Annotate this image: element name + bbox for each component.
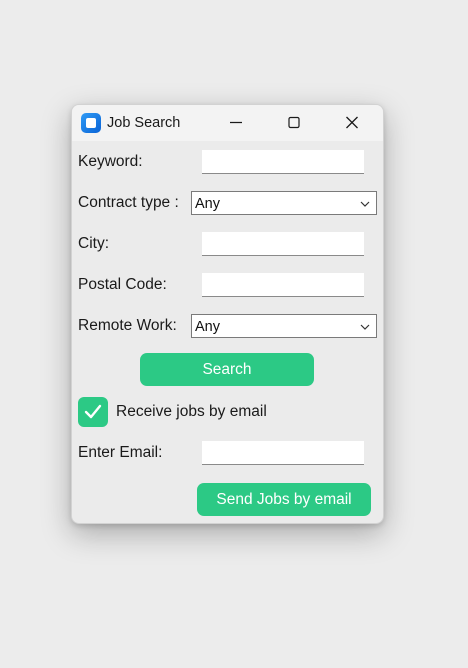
city-input[interactable] [202, 232, 364, 256]
chevron-down-icon [360, 324, 370, 330]
remote-work-select[interactable]: Any [191, 314, 377, 338]
remote-work-label: Remote Work: [78, 317, 177, 334]
keyword-input[interactable] [202, 150, 364, 174]
window-title: Job Search [107, 115, 181, 131]
contract-type-select[interactable]: Any [191, 191, 377, 215]
job-search-window: Job Search Keyword: Contract type : Any … [71, 104, 384, 524]
receive-jobs-checkbox[interactable] [78, 397, 108, 427]
maximize-button[interactable] [271, 105, 317, 141]
checkmark-icon [84, 404, 102, 419]
postal-code-input[interactable] [202, 273, 364, 297]
city-label: City: [78, 235, 109, 252]
contract-type-label: Contract type : [78, 194, 179, 211]
title-bar[interactable]: Job Search [72, 105, 383, 141]
close-button[interactable] [329, 105, 375, 141]
keyword-label: Keyword: [78, 153, 143, 170]
receive-jobs-label[interactable]: Receive jobs by email [116, 403, 267, 421]
chevron-down-icon [360, 201, 370, 207]
email-label: Enter Email: [78, 444, 163, 461]
maximize-icon [288, 116, 300, 129]
email-input[interactable] [202, 441, 364, 465]
app-icon [81, 113, 101, 133]
minimize-icon [230, 121, 242, 124]
minimize-button[interactable] [213, 105, 259, 141]
close-icon [346, 116, 358, 129]
send-jobs-button[interactable]: Send Jobs by email [197, 483, 371, 516]
search-button[interactable]: Search [140, 353, 314, 386]
remote-work-value: Any [195, 319, 220, 335]
postal-code-label: Postal Code: [78, 276, 167, 293]
contract-type-value: Any [195, 196, 220, 212]
